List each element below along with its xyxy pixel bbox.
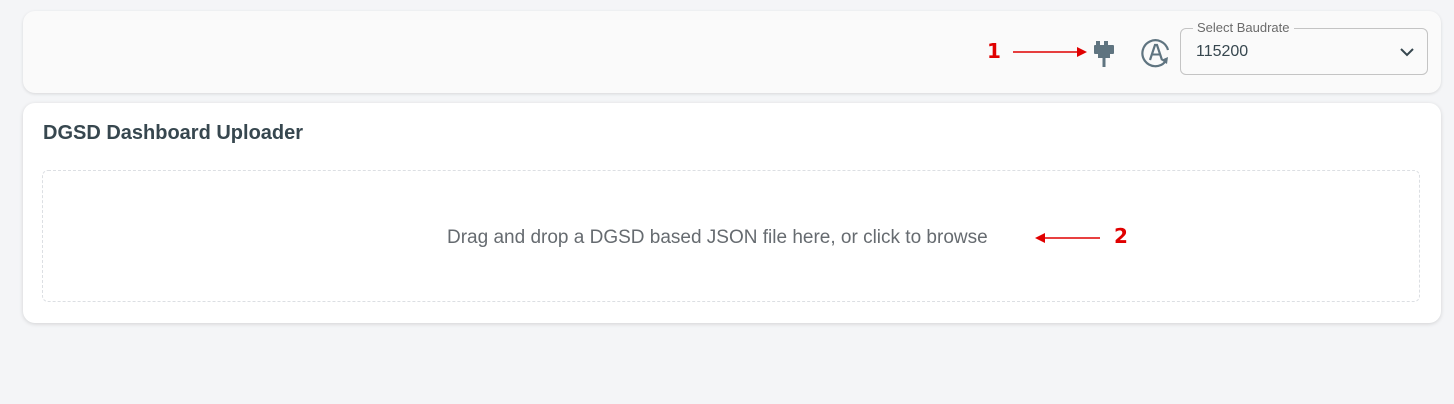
auto-baud-icon[interactable] — [1139, 36, 1173, 70]
top-toolbar: 1 Select Baudrate 115200 — [23, 11, 1441, 93]
annotation-arrow-1 — [1013, 47, 1087, 57]
serial-port-icon[interactable] — [1092, 39, 1118, 71]
uploader-card: DGSD Dashboard Uploader Drag and drop a … — [23, 103, 1441, 323]
annotation-arrow-2 — [1035, 233, 1100, 243]
dropzone-text: Drag and drop a DGSD based JSON file her… — [447, 227, 988, 248]
annotation-marker-1: 1 — [987, 39, 1001, 63]
baudrate-select[interactable]: Select Baudrate 115200 — [1180, 20, 1428, 75]
uploader-title: DGSD Dashboard Uploader — [43, 122, 304, 144]
baudrate-value: 115200 — [1196, 43, 1249, 60]
baudrate-label: Select Baudrate — [1193, 20, 1294, 36]
annotation-marker-2: 2 — [1114, 224, 1128, 248]
file-dropzone[interactable]: Drag and drop a DGSD based JSON file her… — [42, 170, 1420, 302]
chevron-down-icon — [1400, 48, 1414, 57]
